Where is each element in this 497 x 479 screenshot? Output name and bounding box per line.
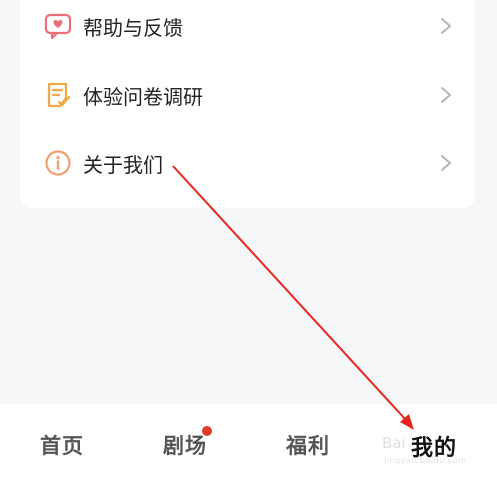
chat-heart-icon xyxy=(44,13,72,40)
tab-theater[interactable]: 剧场 xyxy=(163,430,207,460)
settings-card: 帮助与反馈 体验问卷调研 关于我们 xyxy=(20,0,475,208)
bottom-tab-bar: 首页 剧场 福利 我的 xyxy=(0,404,497,479)
menu-item-label: 帮助与反馈 xyxy=(83,15,183,40)
tab-mine[interactable]: 我的 xyxy=(411,430,457,462)
survey-icon xyxy=(47,82,71,108)
menu-item-help-feedback[interactable]: 帮助与反馈 xyxy=(20,0,475,56)
info-icon xyxy=(45,150,71,176)
tab-home[interactable]: 首页 xyxy=(40,430,84,460)
chevron-right-icon xyxy=(441,18,451,34)
menu-item-survey[interactable]: 体验问卷调研 xyxy=(20,65,475,125)
menu-item-about-us[interactable]: 关于我们 xyxy=(20,133,475,193)
chevron-right-icon xyxy=(441,155,451,171)
chevron-right-icon xyxy=(441,87,451,103)
menu-item-label: 体验问卷调研 xyxy=(83,84,203,109)
notification-dot xyxy=(202,426,212,436)
tab-welfare[interactable]: 福利 xyxy=(286,430,330,460)
menu-item-label: 关于我们 xyxy=(83,152,163,177)
